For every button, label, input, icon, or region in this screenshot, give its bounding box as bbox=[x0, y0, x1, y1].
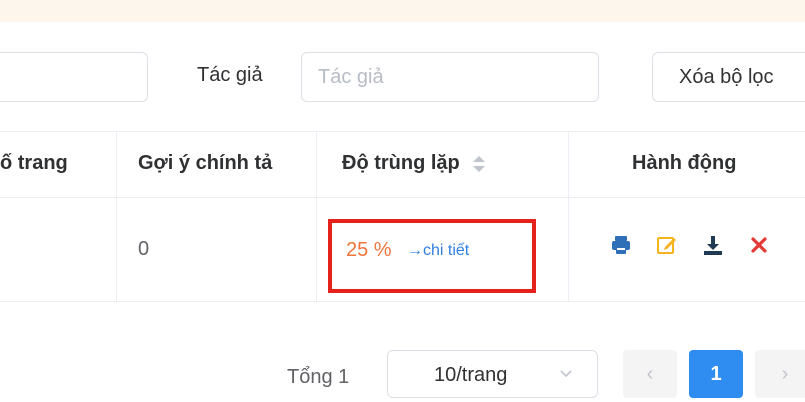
page-size-value: 10/trang bbox=[434, 364, 508, 386]
edit-icon[interactable] bbox=[656, 234, 680, 258]
column-divider bbox=[568, 131, 569, 302]
col-header-duplicate-label: Độ trùng lặp bbox=[342, 152, 460, 174]
row-divider bbox=[0, 301, 805, 302]
col-header-duplicate[interactable]: Độ trùng lặp bbox=[342, 131, 486, 195]
column-divider bbox=[116, 131, 117, 302]
delete-icon[interactable] bbox=[748, 234, 772, 258]
filter-input-left[interactable] bbox=[0, 52, 148, 102]
col-header-spelling: Gợi ý chính tả bbox=[138, 152, 273, 174]
total-count: Tổng 1 bbox=[287, 366, 350, 388]
col-header-pages: ố trang bbox=[0, 152, 68, 174]
prev-page-button[interactable]: ‹ bbox=[623, 350, 677, 398]
duplicate-percent: 25 % bbox=[346, 239, 392, 261]
col-header-actions: Hành động bbox=[632, 152, 737, 174]
header-divider bbox=[0, 197, 805, 198]
clear-filter-button[interactable]: Xóa bộ lọc bbox=[652, 52, 805, 102]
chevron-down-icon bbox=[559, 363, 573, 388]
page-size-select[interactable]: 10/trang bbox=[387, 350, 598, 398]
pagination: Tổng 1 10/trang ‹ 1 › bbox=[0, 350, 805, 400]
next-page-button[interactable]: › bbox=[755, 350, 805, 398]
author-input[interactable]: Tác giả bbox=[301, 52, 599, 102]
top-banner-strip bbox=[0, 0, 805, 22]
duplicate-highlight-box: 25 % →chi tiết bbox=[328, 219, 536, 293]
sort-icon[interactable] bbox=[473, 155, 486, 172]
download-icon[interactable] bbox=[702, 234, 726, 258]
filter-bar: Tác giả Tác giả Xóa bộ lọc bbox=[0, 52, 805, 106]
print-icon[interactable] bbox=[610, 234, 634, 258]
cell-spelling: 0 bbox=[138, 238, 150, 260]
author-label: Tác giả bbox=[197, 64, 263, 86]
duplicate-detail-link[interactable]: →chi tiết bbox=[407, 242, 469, 260]
page-1-button[interactable]: 1 bbox=[689, 350, 743, 398]
column-divider bbox=[316, 131, 317, 302]
